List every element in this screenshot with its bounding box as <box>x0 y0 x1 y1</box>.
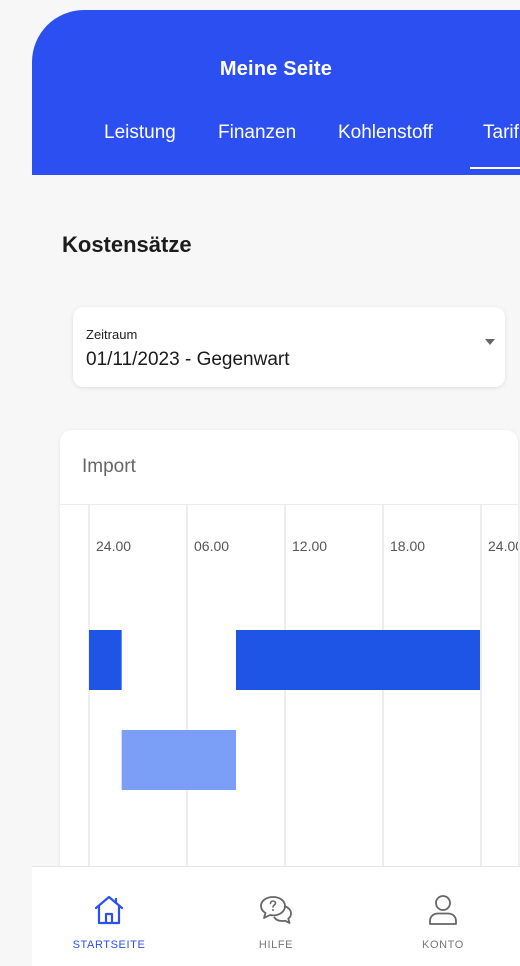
x-tick-label: 24.00 <box>96 538 131 554</box>
x-tick-label: 12.00 <box>292 538 327 554</box>
import-chart: 24.00 06.00 12.00 18.00 24.00 <box>88 504 518 890</box>
x-tick-label: 18.00 <box>390 538 425 554</box>
tab-bar: tiva Leistung Finanzen Kohlenstoff Tarif <box>32 10 520 175</box>
tab-kohlenstoff[interactable]: Kohlenstoff <box>338 122 433 144</box>
tab-tarif[interactable]: Tarif <box>483 122 519 144</box>
page-title: Kostensätze <box>62 232 192 257</box>
dropdown-arrow-icon <box>485 339 495 345</box>
chart-header: Import <box>60 430 518 505</box>
period-select[interactable]: Zeitraum 01/11/2023 - Gegenwart <box>73 307 505 387</box>
chart-bar <box>89 630 122 690</box>
x-tick-label: 24.00 <box>488 538 518 554</box>
nav-hilfe[interactable]: HILFE <box>216 867 336 966</box>
nav-startseite-label: STARTSEITE <box>72 939 146 951</box>
account-icon <box>429 895 457 925</box>
chart-bar <box>121 730 236 790</box>
home-icon <box>94 895 124 925</box>
chart-bar <box>236 630 480 690</box>
tab-leistung[interactable]: Leistung <box>104 122 176 144</box>
x-tick-label: 06.00 <box>194 538 229 554</box>
help-chat-icon <box>260 896 292 924</box>
tab-finanzen[interactable]: Finanzen <box>218 122 296 144</box>
app-header: Meine Seite tiva Leistung Finanzen Kohle… <box>32 10 520 175</box>
import-chart-card: Import 24.00 06.00 12.00 18.00 24.00 <box>60 430 518 890</box>
active-tab-indicator <box>470 167 520 169</box>
period-select-label: Zeitraum <box>86 327 138 342</box>
nav-startseite[interactable]: STARTSEITE <box>49 867 169 966</box>
nav-konto-label: KONTO <box>422 939 464 951</box>
chart-title: Import <box>82 456 136 477</box>
nav-hilfe-label: HILFE <box>258 939 294 951</box>
period-select-value: 01/11/2023 - Gegenwart <box>86 349 290 370</box>
bottom-nav: STARTSEITE HILFE KONTO <box>32 866 520 966</box>
nav-konto[interactable]: KONTO <box>383 867 503 966</box>
